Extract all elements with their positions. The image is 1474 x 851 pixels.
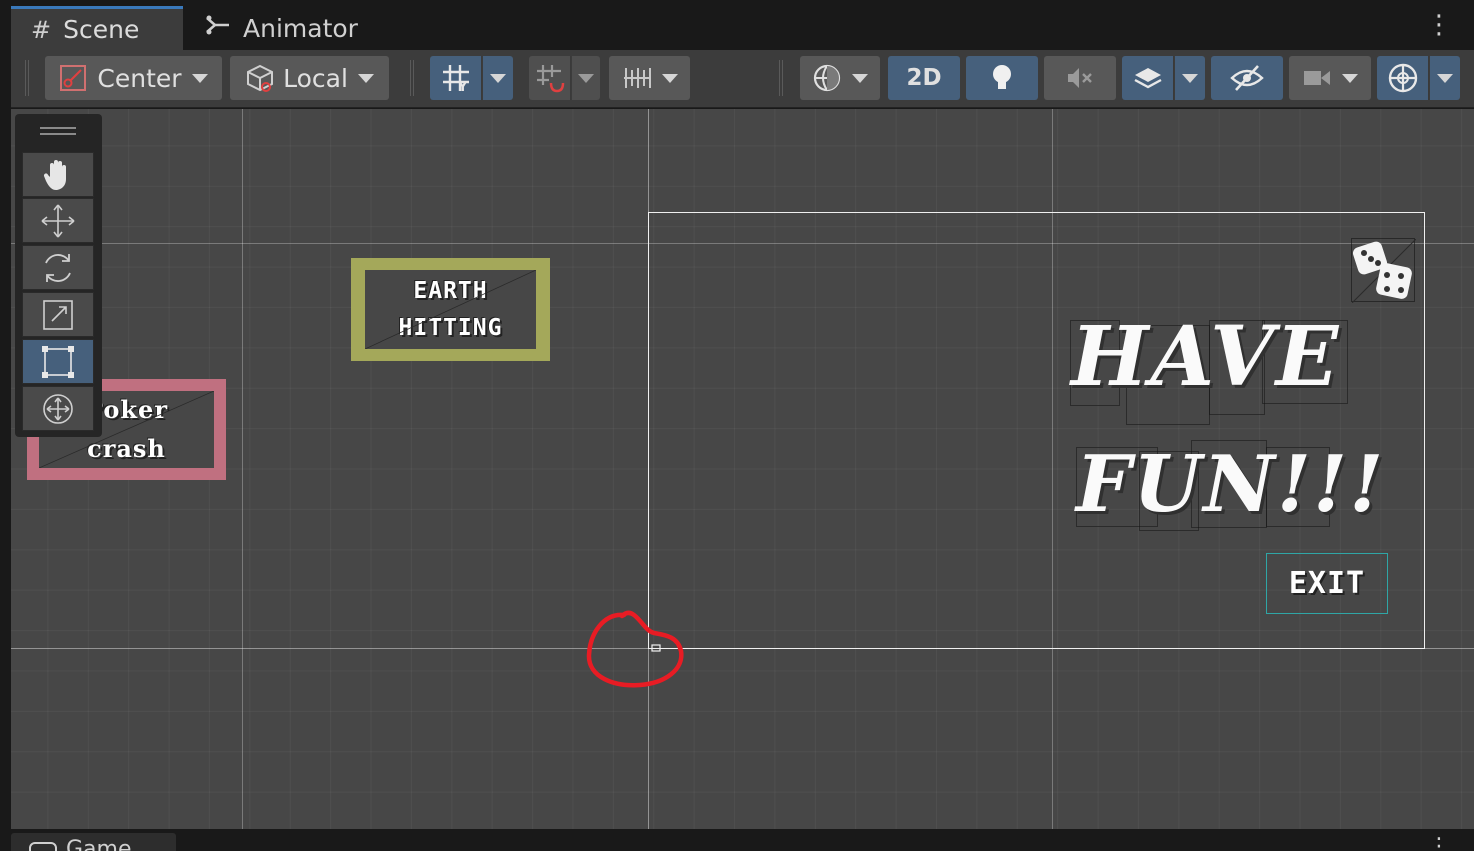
grid-visibility-toggle[interactable]: Y bbox=[430, 56, 482, 100]
exit-label: EXIT bbox=[1288, 566, 1366, 601]
move-arrows-icon bbox=[41, 204, 75, 237]
increment-snapping-dropdown[interactable] bbox=[609, 56, 690, 100]
window-tab-bar: # Scene Animator ⋮ bbox=[0, 0, 1474, 851]
rotate-icon bbox=[45, 253, 71, 282]
pivot-rotation-dropdown[interactable]: Local bbox=[230, 56, 389, 100]
chevron-down-icon bbox=[661, 73, 678, 83]
svg-text:Y: Y bbox=[457, 80, 468, 93]
pivot-label: Center bbox=[97, 63, 182, 93]
game-controller-icon bbox=[29, 842, 57, 851]
earth-hitting-line-1: EARTH bbox=[413, 277, 488, 304]
chevron-down-icon bbox=[1437, 73, 1453, 83]
gizmo-globe-icon bbox=[1387, 62, 1419, 94]
layers-effects-icon bbox=[1133, 64, 1163, 92]
grid-major-line bbox=[242, 109, 243, 829]
gizmos-toggle[interactable] bbox=[1377, 56, 1429, 100]
lower-panel-bar bbox=[0, 829, 1474, 851]
space-label: Local bbox=[283, 63, 348, 93]
chevron-down-icon bbox=[852, 73, 868, 83]
chevron-down-icon bbox=[191, 73, 208, 83]
rect-tool-button[interactable] bbox=[22, 339, 94, 384]
tab-scene[interactable]: # Scene bbox=[11, 6, 183, 50]
gizmos-dropdown[interactable] bbox=[1430, 56, 1460, 100]
draw-mode-dropdown[interactable] bbox=[800, 56, 880, 100]
chevron-down-icon bbox=[490, 73, 506, 83]
tab-game[interactable]: Game bbox=[11, 833, 176, 851]
dice-image[interactable] bbox=[1351, 238, 1417, 304]
overlay-drag-handle[interactable] bbox=[40, 127, 76, 135]
tab-game-label: Game bbox=[66, 837, 132, 851]
pivot-center-icon bbox=[59, 64, 87, 92]
red-annotation-circle bbox=[586, 607, 686, 691]
have-text[interactable]: HAVE bbox=[1071, 309, 1340, 405]
grid-hash-icon: # bbox=[31, 15, 52, 44]
scale-icon bbox=[43, 299, 73, 330]
transform-tool-button[interactable] bbox=[22, 386, 94, 431]
scene-audio-toggle[interactable] bbox=[1044, 56, 1116, 100]
left-dock-edge bbox=[0, 0, 10, 851]
game-tab-options-menu-icon[interactable]: ⋮ bbox=[1428, 834, 1450, 851]
ruler-snap-icon bbox=[622, 64, 652, 92]
dice-icon bbox=[1351, 238, 1417, 304]
video-camera-icon bbox=[1302, 66, 1332, 90]
grid-snap-icon: Y bbox=[441, 63, 471, 93]
hand-icon bbox=[43, 159, 66, 190]
scale-tool-button[interactable] bbox=[22, 292, 94, 337]
transform-icon bbox=[43, 393, 73, 424]
scene-visibility-toggle[interactable] bbox=[1211, 56, 1283, 100]
toolbar-grip[interactable] bbox=[779, 60, 783, 96]
rotate-tool-button[interactable] bbox=[22, 245, 94, 290]
earth-hitting-button[interactable]: EARTH HITTING bbox=[351, 258, 550, 361]
chevron-down-icon bbox=[1182, 73, 1198, 83]
animator-icon bbox=[205, 14, 231, 42]
scene-lighting-toggle[interactable] bbox=[966, 56, 1038, 100]
grid-snapping-toggle[interactable] bbox=[529, 56, 571, 100]
chevron-down-icon bbox=[357, 73, 374, 83]
chevron-down-icon bbox=[1342, 73, 1358, 83]
tools-overlay bbox=[15, 114, 102, 437]
exit-button[interactable]: EXIT bbox=[1266, 553, 1388, 614]
earth-hitting-line-2: HITTING bbox=[398, 314, 503, 341]
magnet-grid-icon bbox=[535, 63, 565, 93]
tab-animator-label: Animator bbox=[243, 13, 358, 43]
chevron-down-icon bbox=[578, 73, 594, 83]
light-bulb-icon bbox=[990, 63, 1014, 93]
hand-tool-button[interactable] bbox=[22, 152, 94, 197]
effects-dropdown[interactable] bbox=[1175, 56, 1205, 100]
shaded-sphere-icon bbox=[812, 63, 842, 93]
tab-options-menu-icon[interactable]: ⋮ bbox=[1426, 10, 1452, 40]
mode-2d-toggle[interactable]: 2D bbox=[888, 56, 960, 100]
rect-transform-icon bbox=[42, 345, 74, 378]
audio-muted-icon bbox=[1065, 64, 1095, 92]
tab-animator[interactable]: Animator bbox=[185, 6, 385, 50]
grid-axis-dropdown[interactable] bbox=[483, 56, 513, 100]
effects-toggle[interactable] bbox=[1122, 56, 1174, 100]
scene-camera-dropdown[interactable] bbox=[1289, 56, 1371, 100]
toolbar-grip[interactable] bbox=[25, 60, 29, 96]
grid-snapping-dropdown[interactable] bbox=[572, 56, 600, 100]
fun-text[interactable]: FUN!!! bbox=[1076, 439, 1385, 530]
move-tool-button[interactable] bbox=[22, 198, 94, 243]
eye-hidden-icon bbox=[1230, 64, 1264, 92]
local-cube-icon bbox=[245, 63, 275, 93]
tab-scene-label: Scene bbox=[63, 15, 140, 44]
toolbar-grip[interactable] bbox=[410, 60, 414, 96]
scene-toolbar: Center Local Y 2D bbox=[11, 50, 1474, 108]
pivot-position-dropdown[interactable]: Center bbox=[45, 56, 222, 100]
scene-viewport[interactable]: EARTH HITTING Poker crash HAVE FUN!!! EX… bbox=[11, 109, 1474, 829]
